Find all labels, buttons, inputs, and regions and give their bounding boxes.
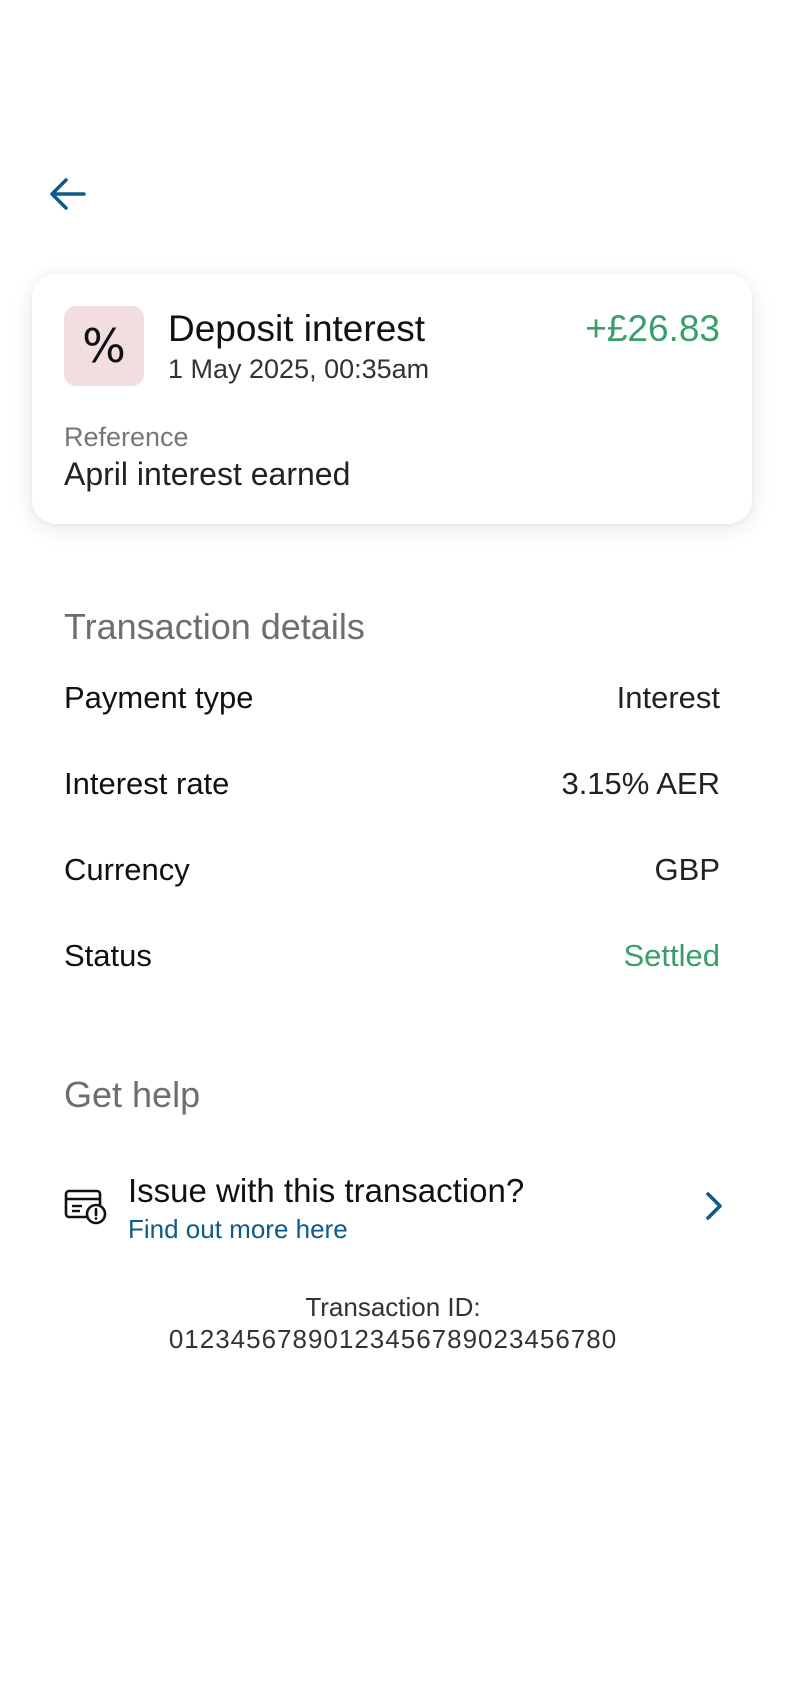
detail-label: Currency xyxy=(64,852,190,887)
transaction-datetime: 1 May 2025, 00:35am xyxy=(168,354,430,384)
transaction-summary-card: % Deposit interest 1 May 2025, 00:35am +… xyxy=(32,274,752,524)
transaction-details-heading: Transaction details xyxy=(64,606,365,647)
percent-icon: % xyxy=(64,306,144,386)
detail-label: Interest rate xyxy=(64,766,230,801)
transaction-title: Deposit interest xyxy=(168,308,426,349)
detail-row-payment-type: Payment type Interest xyxy=(64,678,720,718)
help-item-title: Issue with this transaction? xyxy=(128,1172,525,1209)
issue-with-transaction-link[interactable]: Issue with this transaction? Find out mo… xyxy=(64,1166,728,1246)
detail-row-status: Status Settled xyxy=(64,936,720,976)
arrow-left-icon xyxy=(50,178,86,210)
detail-label: Status xyxy=(64,938,152,973)
transaction-id-value: 0123456789012345678902345678​0 xyxy=(168,1324,618,1354)
status-value: Settled xyxy=(623,938,720,973)
detail-value: 3.15% AER xyxy=(561,766,720,801)
detail-row-interest-rate: Interest rate 3.15% AER xyxy=(64,764,720,804)
card-alert-icon xyxy=(64,1189,107,1225)
percent-glyph: % xyxy=(82,319,126,373)
transaction-amount: +£26.83 xyxy=(585,308,720,349)
detail-value: GBP xyxy=(654,852,720,887)
get-help-heading: Get help xyxy=(64,1074,201,1115)
detail-label: Payment type xyxy=(64,680,254,715)
find-out-more-link[interactable]: Find out more here xyxy=(128,1214,348,1245)
transaction-id-label: Transaction ID: xyxy=(305,1292,481,1322)
detail-value: Interest xyxy=(616,680,720,715)
detail-row-currency: Currency GBP xyxy=(64,850,720,890)
back-button[interactable] xyxy=(40,166,96,222)
reference-value: April interest earned xyxy=(64,456,351,492)
reference-label: Reference xyxy=(64,422,189,452)
chevron-right-icon xyxy=(706,1192,722,1220)
